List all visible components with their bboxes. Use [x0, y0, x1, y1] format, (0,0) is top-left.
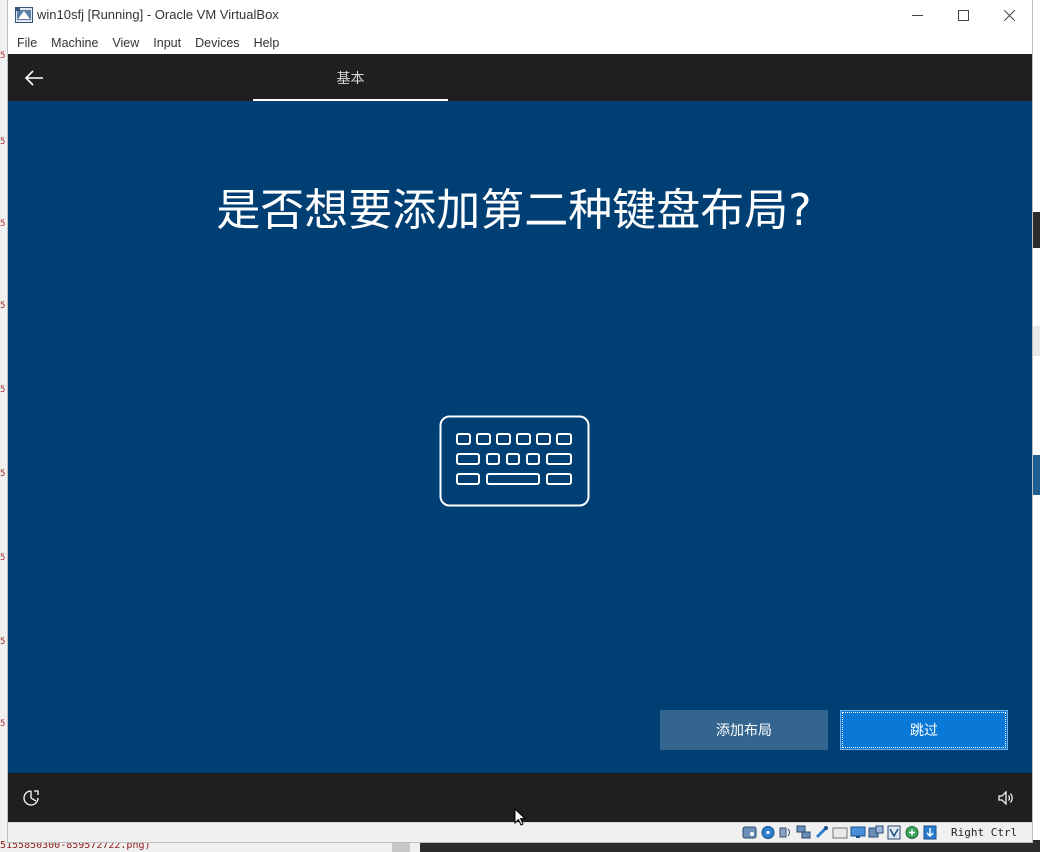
host-text-fragment: 5	[0, 219, 6, 229]
maximize-icon	[957, 10, 969, 21]
minimize-button[interactable]	[894, 0, 940, 31]
minimize-icon	[911, 15, 923, 16]
virtualbox-window: win10sfj [Running] - Oracle VM VirtualBo…	[8, 0, 1032, 842]
skip-button[interactable]: 跳过	[840, 710, 1008, 750]
mouse-integration-icon[interactable]	[922, 825, 938, 840]
virtualization-icon[interactable]	[886, 825, 902, 840]
menu-devices[interactable]: Devices	[188, 32, 246, 54]
hard-disk-icon[interactable]	[742, 825, 758, 840]
host-text-fragment: 5	[0, 385, 6, 395]
close-button[interactable]	[986, 0, 1032, 31]
keyboard-icon	[439, 415, 590, 507]
host-background-right	[1032, 0, 1040, 852]
title-bar[interactable]: win10sfj [Running] - Oracle VM VirtualBo…	[8, 0, 1032, 31]
usb-icon[interactable]	[814, 825, 830, 840]
window-title: win10sfj [Running] - Oracle VM VirtualBo…	[37, 7, 279, 22]
audio-icon[interactable]	[778, 825, 794, 840]
menu-help[interactable]: Help	[247, 32, 287, 54]
host-text-fragment: 5	[0, 553, 6, 563]
host-text-fragment: 5	[0, 137, 6, 147]
display-icon[interactable]	[850, 825, 866, 840]
mouse-cursor-icon	[514, 808, 527, 826]
video-capture-icon[interactable]	[868, 825, 884, 840]
ease-of-access-icon[interactable]	[22, 789, 40, 807]
menu-machine[interactable]: Machine	[44, 32, 105, 54]
status-icons	[742, 825, 938, 840]
maximize-button[interactable]	[940, 0, 986, 31]
page-title: 是否想要添加第二种键盘布局?	[216, 185, 812, 236]
tab-active-indicator	[253, 99, 448, 101]
optical-drive-icon[interactable]	[760, 825, 776, 840]
host-text-fragment: 5	[0, 637, 6, 647]
back-button[interactable]	[20, 64, 48, 92]
host-text-fragment: 5	[0, 719, 6, 729]
menu-input[interactable]: Input	[146, 32, 188, 54]
tab-basics: 基本	[336, 70, 365, 87]
menu-file[interactable]: File	[8, 32, 44, 54]
network-icon[interactable]	[796, 825, 812, 840]
guest-screen[interactable]: 基本 是否想要添加第二种键盘布局? 添加布局 跳过	[8, 54, 1032, 822]
menu-bar: File Machine View Input Devices Help	[8, 32, 1032, 54]
host-text-fragment: 5	[0, 469, 6, 479]
host-key-label: Right Ctrl	[951, 826, 1018, 839]
guest-additions-icon[interactable]	[904, 825, 920, 840]
host-text-fragment: 5	[0, 301, 6, 311]
oobe-header: 基本	[8, 54, 1032, 101]
volume-icon[interactable]	[997, 789, 1015, 807]
add-layout-button[interactable]: 添加布局	[660, 710, 828, 750]
arrow-left-icon	[24, 70, 43, 86]
shared-folder-icon[interactable]	[832, 825, 848, 840]
host-text-fragment: 5	[0, 51, 6, 61]
menu-view[interactable]: View	[105, 32, 146, 54]
virtualbox-icon	[15, 7, 33, 23]
close-icon	[1003, 10, 1015, 21]
